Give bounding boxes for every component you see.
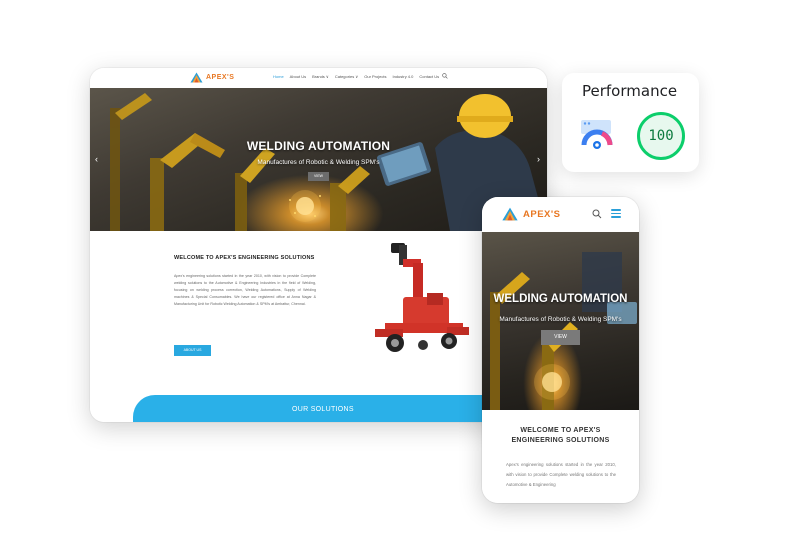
welcome-heading: WELCOME TO APEX'S ENGINEERING SOLUTIONS (482, 426, 639, 446)
desktop-menu: Home About Us Brands ∨ Categories ∨ Our … (273, 74, 439, 79)
desktop-preview: APEX'S Home About Us Brands ∨ Categories… (90, 68, 547, 422)
mobile-welcome-section: WELCOME TO APEX'S ENGINEERING SOLUTIONS … (482, 410, 639, 503)
hero-view-button[interactable]: VIEW (308, 172, 329, 181)
mobile-preview: APEX'S WELDING AUTOMATION Manufactures o… (482, 197, 639, 503)
performance-card: Performance 100 (562, 73, 699, 172)
nav-item-brands[interactable]: Brands ∨ (312, 74, 329, 79)
desktop-welcome-section: WELCOME TO APEX'S ENGINEERING SOLUTIONS … (90, 231, 547, 422)
our-solutions-label: OUR SOLUTIONS (292, 406, 354, 413)
hero-title: WELDING AUTOMATION (246, 139, 391, 153)
welcome-paragraph: Apex's engineering solutions started in … (506, 462, 616, 487)
chevron-right-icon[interactable]: › (537, 154, 540, 164)
mobile-logo[interactable]: APEX'S (501, 207, 560, 221)
hamburger-menu-icon[interactable] (611, 209, 621, 218)
logo-mark-icon (502, 207, 518, 221)
hero-subtitle: Manufactures of Robotic & Welding SPM's (499, 316, 622, 323)
desktop-navbar: APEX'S Home About Us Brands ∨ Categories… (90, 68, 547, 88)
gauge-icon (581, 120, 613, 149)
welcome-heading-line-2: ENGINEERING SOLUTIONS (511, 437, 610, 444)
desktop-logo[interactable]: APEX'S (190, 72, 234, 83)
nav-item-home[interactable]: Home (273, 74, 284, 79)
mobile-header: APEX'S (482, 197, 639, 232)
welcome-heading: WELCOME TO APEX'S ENGINEERING SOLUTIONS (174, 255, 315, 261)
search-icon[interactable] (592, 209, 602, 219)
performance-title: Performance (582, 82, 678, 100)
hero-view-button[interactable]: VIEW (541, 330, 580, 345)
nav-item-about-us[interactable]: About Us (290, 74, 306, 79)
nav-item-our-projects[interactable]: Our Projects (364, 74, 386, 79)
chevron-left-icon[interactable]: ‹ (95, 154, 98, 164)
search-icon[interactable] (442, 73, 448, 79)
logo-text: APEX'S (206, 74, 235, 81)
nav-item-contact-us[interactable]: Contact Us (419, 74, 439, 79)
nav-item-categories[interactable]: Categories ∨ (335, 74, 358, 79)
welding-robot-image (375, 243, 469, 352)
welcome-heading-line-1: WELCOME TO APEX'S (520, 427, 601, 434)
about-us-button[interactable]: ABOUT US (174, 345, 211, 356)
desktop-hero-slider: WELDING AUTOMATION Manufactures of Robot… (90, 88, 547, 231)
performance-score-gauge: 100 (637, 112, 685, 160)
logo-mark-icon (190, 72, 203, 83)
welcome-paragraph: Apex's engineering solutions started in … (174, 274, 316, 306)
nav-item-industry[interactable]: Industry 4.0 (392, 74, 413, 79)
logo-text: APEX'S (523, 208, 561, 220)
mobile-hero-slider: WELDING AUTOMATION Manufactures of Robot… (482, 232, 639, 410)
hero-title: WELDING AUTOMATION (493, 293, 628, 305)
performance-score: 100 (648, 128, 674, 144)
hero-subtitle: Manufactures of Robotic & Welding SPM's (257, 159, 380, 166)
